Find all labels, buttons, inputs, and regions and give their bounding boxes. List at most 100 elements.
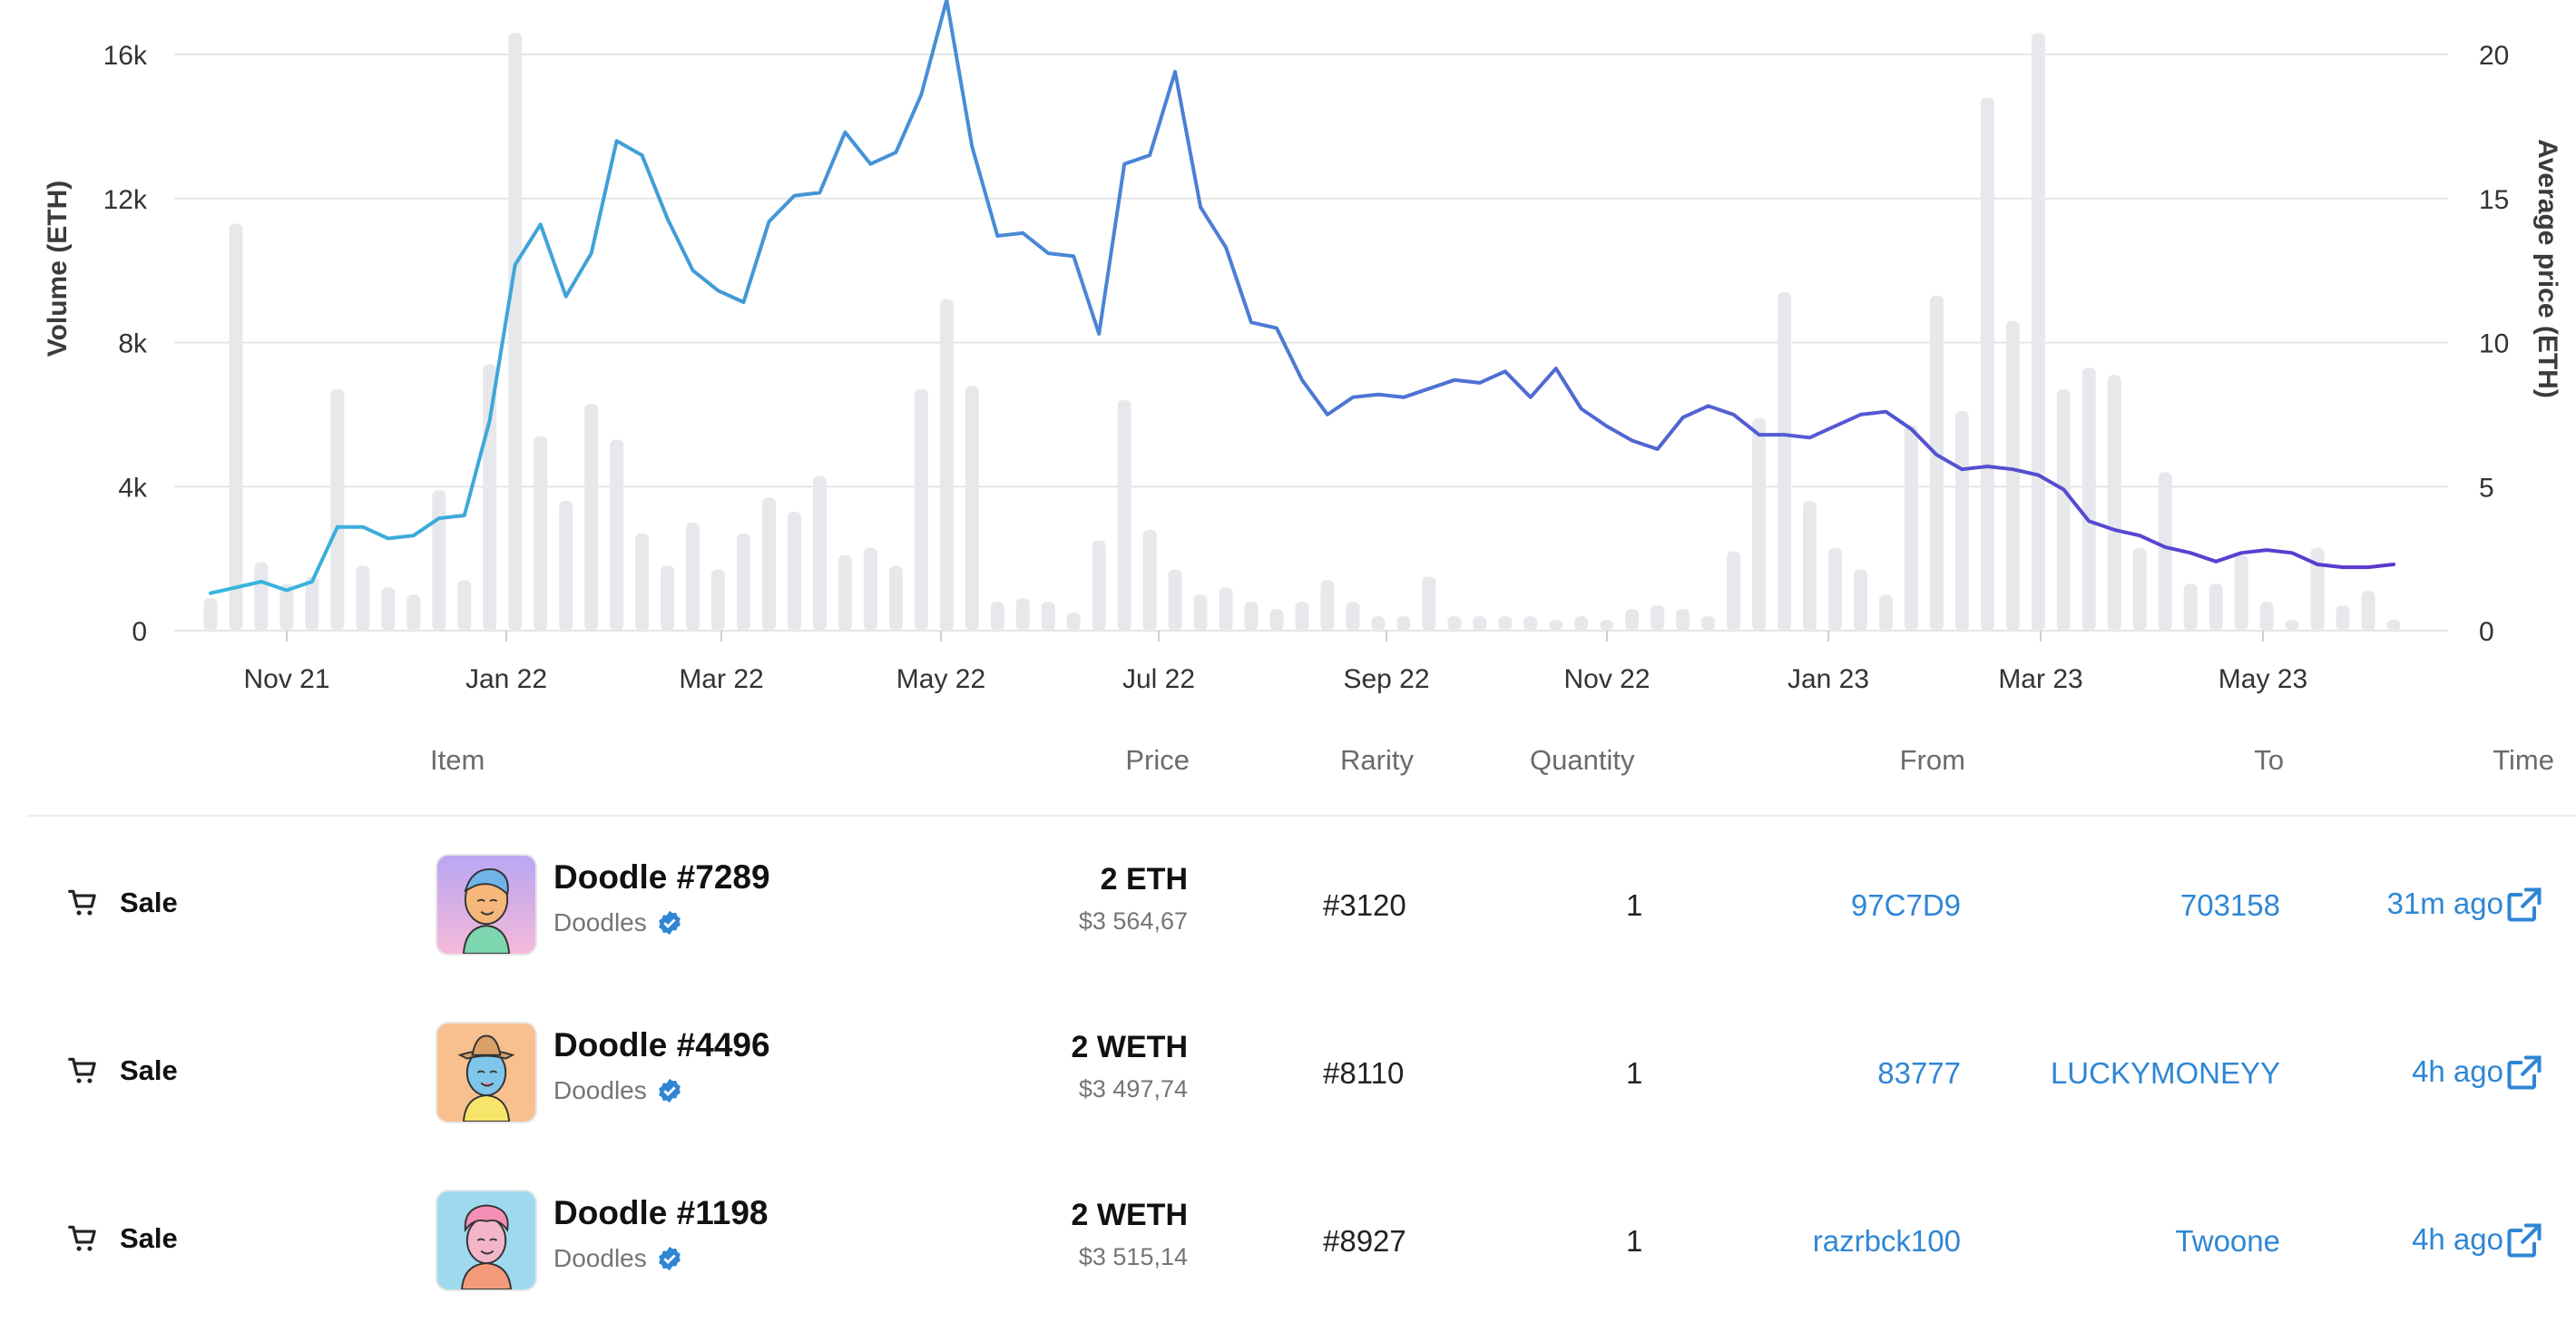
volume-bar (1625, 609, 1640, 631)
y-left-tick-label: 4k (118, 473, 148, 503)
time-link[interactable]: 4h ago (2412, 1222, 2503, 1257)
nft-name[interactable]: Doodle #4496 (553, 1026, 770, 1064)
event-label: Sale (120, 887, 178, 918)
external-link-icon[interactable] (2504, 1220, 2544, 1260)
volume-bar (1980, 97, 1994, 631)
volume-bar (837, 554, 852, 631)
volume-bar (812, 475, 827, 631)
volume-bar (1269, 609, 1284, 631)
doodle-avatar-icon (437, 1191, 535, 1289)
table-row[interactable]: Sale Doodle #7289 Doodles 2 ETH $3 564,6… (0, 819, 2576, 987)
event-type: Sale (65, 1054, 178, 1088)
y-right-tick-label: 10 (2479, 329, 2509, 359)
from-link[interactable]: 83777 (1877, 1056, 1961, 1091)
header-quantity[interactable]: Quantity (1530, 744, 1634, 777)
volume-bar (1600, 620, 1614, 631)
collection[interactable]: Doodles (553, 1076, 683, 1105)
collection[interactable]: Doodles (553, 908, 683, 937)
volume-bar (1650, 605, 1665, 631)
y-left-tick-label: 12k (103, 185, 148, 215)
volume-bar (761, 497, 776, 631)
rarity-rank: #3120 (1323, 888, 1406, 922)
event-type: Sale (65, 886, 178, 920)
header-price[interactable]: Price (1125, 744, 1190, 777)
volume-bar (559, 501, 573, 631)
verified-badge-icon (658, 1246, 681, 1271)
volume-bar (863, 547, 877, 631)
time-link[interactable]: 4h ago (2412, 1054, 2503, 1089)
volume-bar (1523, 616, 1538, 631)
doodle-avatar-icon (437, 1024, 535, 1122)
volume-bar (1320, 580, 1335, 631)
nft-thumbnail[interactable] (436, 1190, 537, 1291)
y-left-tick-label: 0 (132, 617, 147, 647)
header-time[interactable]: Time (2493, 744, 2554, 777)
volume-bar (1828, 547, 1843, 631)
y-right-tick-label: 5 (2479, 473, 2494, 503)
volume-bar (1168, 569, 1182, 631)
volume-bar (1193, 594, 1208, 631)
volume-bar (787, 512, 801, 631)
nft-thumbnail[interactable] (436, 854, 537, 956)
volume-bar (737, 533, 751, 631)
y-right-tick-label: 15 (2479, 185, 2509, 215)
to-link[interactable]: 703158 (2180, 888, 2280, 923)
header-to[interactable]: To (2254, 744, 2284, 777)
x-tick-label: Jul 22 (1122, 664, 1195, 694)
price-crypto: 2 WETH (1071, 1198, 1188, 1232)
volume-bar (2386, 620, 2401, 631)
table-row[interactable]: Sale Doodle #1198 Doodles 2 WETH $3 515,… (0, 1155, 2576, 1323)
y-left-tick-label: 8k (118, 329, 148, 359)
volume-bar (939, 299, 954, 631)
collection-name: Doodles (553, 1244, 647, 1272)
volume-bar (1041, 602, 1055, 631)
header-divider (27, 815, 2576, 817)
volume-bar (2005, 320, 2020, 631)
volume-bar (1954, 410, 1969, 631)
volume-bar (1853, 569, 1867, 631)
nft-thumbnail[interactable] (436, 1022, 537, 1123)
volume-bar (2031, 33, 2045, 631)
volume-bar (2285, 620, 2299, 631)
external-link-icon[interactable] (2504, 1053, 2544, 1093)
volume-bar (635, 533, 650, 631)
price-usd: $3 515,14 (1078, 1243, 1188, 1270)
volume-bar (2056, 389, 2071, 631)
volume-bar (1015, 598, 1030, 631)
x-tick-label: Mar 23 (1998, 664, 2082, 694)
volume-bar (2183, 583, 2198, 631)
volume-bar (1701, 616, 1716, 631)
volume-bar (990, 602, 1004, 631)
table-row[interactable]: Sale Doodle #4496 Doodles 2 WETH $3 497,… (0, 987, 2576, 1155)
volume-bar (2081, 368, 2096, 631)
volume-bar (406, 594, 421, 631)
volume-bar (584, 403, 599, 631)
from-link[interactable]: razrbck100 (1813, 1224, 1961, 1259)
x-tick-label: Jan 22 (465, 664, 547, 694)
rarity-rank: #8110 (1323, 1056, 1405, 1090)
volume-price-chart: 0 0 4k 5 8k 10 12k 15 16k 20 Nov 21 Jan 22 Mar 22 May… (0, 0, 2576, 717)
nft-name[interactable]: Doodle #7289 (553, 858, 770, 897)
volume-bar (1878, 594, 1893, 631)
volume-bar (2158, 472, 2172, 631)
y-right-tick-label: 0 (2479, 617, 2494, 647)
nft-name[interactable]: Doodle #1198 (553, 1194, 769, 1232)
collection[interactable]: Doodles (553, 1244, 683, 1273)
volume-bar (1676, 609, 1690, 631)
header-rarity[interactable]: Rarity (1340, 744, 1414, 777)
volume-bar (686, 522, 700, 631)
time-link[interactable]: 31m ago (2387, 887, 2503, 921)
to-link[interactable]: Twoone (2175, 1224, 2280, 1259)
header-item[interactable]: Item (430, 744, 485, 777)
header-from[interactable]: From (1900, 744, 1965, 777)
from-link[interactable]: 97C7D9 (1851, 888, 1961, 923)
volume-bar (2259, 602, 2274, 631)
to-link[interactable]: LUCKYMONEYY (2051, 1056, 2280, 1091)
x-tick-label: Nov 21 (243, 664, 329, 694)
volume-bar (432, 490, 446, 631)
volume-bar (229, 223, 243, 631)
x-tick-label: Jan 23 (1788, 664, 1869, 694)
volume-bar (1498, 616, 1513, 631)
activity-table: Item Price Rarity Quantity From To Time … (0, 717, 2576, 1304)
external-link-icon[interactable] (2504, 885, 2544, 925)
